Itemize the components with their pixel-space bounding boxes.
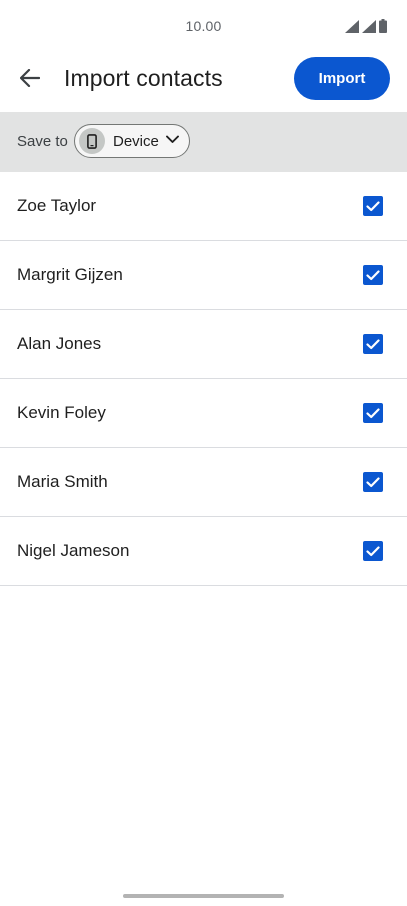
device-selector-chip[interactable]: Device — [74, 124, 190, 158]
checkmark-icon — [366, 338, 380, 349]
contact-row[interactable]: Margrit Gijzen — [0, 241, 407, 310]
checkmark-icon — [366, 269, 380, 280]
contact-name: Margrit Gijzen — [17, 265, 123, 284]
contact-checkbox[interactable] — [363, 196, 383, 216]
save-to-label: Save to — [17, 133, 68, 150]
checkmark-icon — [366, 545, 380, 556]
contact-checkbox[interactable] — [363, 403, 383, 423]
battery-icon — [379, 19, 387, 33]
phone-icon — [79, 128, 105, 154]
app-bar: Import contacts Import — [0, 52, 407, 112]
page-title: Import contacts — [64, 65, 223, 91]
status-bar: 10.00 — [0, 0, 407, 52]
signal-icon — [362, 20, 376, 33]
contact-name: Kevin Foley — [17, 403, 106, 422]
contact-row[interactable]: Maria Smith — [0, 448, 407, 517]
contact-checkbox[interactable] — [363, 265, 383, 285]
contact-name: Nigel Jameson — [17, 541, 130, 560]
contact-name: Maria Smith — [17, 472, 108, 491]
contact-row[interactable]: Zoe Taylor — [0, 172, 407, 241]
save-to-bar: Save to Device — [0, 112, 407, 172]
checkmark-icon — [366, 200, 380, 211]
gesture-nav-handle[interactable] — [123, 894, 284, 898]
contact-row[interactable]: Kevin Foley — [0, 379, 407, 448]
arrow-back-icon — [20, 69, 40, 87]
back-button[interactable] — [10, 58, 50, 98]
signal-icon — [345, 20, 359, 33]
contact-checkbox[interactable] — [363, 541, 383, 561]
contact-name: Alan Jones — [17, 334, 102, 353]
checkmark-icon — [366, 476, 380, 487]
import-button[interactable]: Import — [294, 57, 390, 100]
contact-checkbox[interactable] — [363, 334, 383, 354]
contact-list: Zoe Taylor Margrit Gijzen Alan Jones Kev… — [0, 172, 407, 586]
contact-row[interactable]: Nigel Jameson — [0, 517, 407, 586]
device-chip-label: Device — [113, 133, 159, 150]
chevron-down-icon — [166, 135, 179, 143]
contact-row[interactable]: Alan Jones — [0, 310, 407, 379]
contact-name: Zoe Taylor — [17, 196, 97, 215]
checkmark-icon — [366, 407, 380, 418]
status-icons — [345, 19, 387, 33]
contact-checkbox[interactable] — [363, 472, 383, 492]
